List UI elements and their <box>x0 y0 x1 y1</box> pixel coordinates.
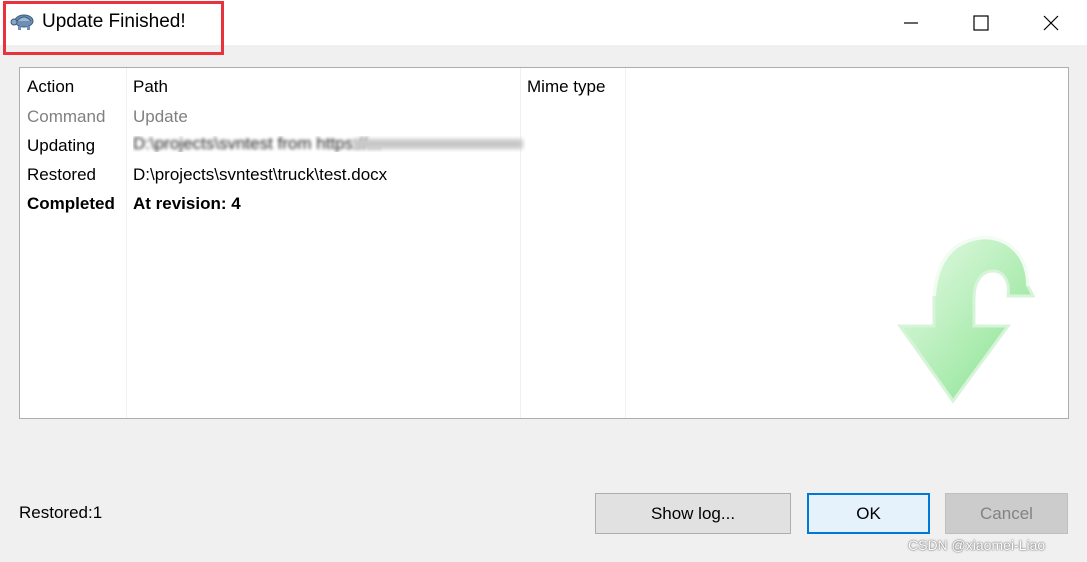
row-restored-action[interactable]: Restored <box>27 165 96 185</box>
watermark: CSDN @xiaomei-Liao <box>908 537 1046 553</box>
column-separator <box>126 68 127 418</box>
row-updating-path-redacted[interactable]: D:\projects\svntest from https://... <box>133 136 526 152</box>
column-separator <box>625 68 626 418</box>
column-header-mime-type[interactable]: Mime type <box>527 77 605 97</box>
cancel-button[interactable]: Cancel <box>945 493 1068 534</box>
row-restored-path[interactable]: D:\projects\svntest\truck\test.docx <box>133 165 387 185</box>
update-log-list[interactable]: Action Path Mime type Command Update Upd… <box>19 67 1069 419</box>
minimize-button[interactable] <box>876 0 946 45</box>
row-updating-path: D:\projects\svntest from https://... <box>133 136 382 152</box>
show-log-button[interactable]: Show log... <box>595 493 791 534</box>
row-command-path[interactable]: Update <box>133 107 188 127</box>
maximize-icon <box>973 14 989 31</box>
maximize-button[interactable] <box>946 0 1016 45</box>
minimize-icon <box>904 21 918 24</box>
row-updating-action[interactable]: Updating <box>27 136 95 156</box>
ok-button[interactable]: OK <box>807 493 930 534</box>
close-icon <box>1043 15 1059 30</box>
row-command-action[interactable]: Command <box>27 107 105 127</box>
status-summary: Restored:1 <box>19 503 103 522</box>
row-completed-path[interactable]: At revision: 4 <box>133 194 241 214</box>
column-separator <box>520 68 521 418</box>
redaction-block <box>353 139 523 149</box>
green-curved-down-arrow-icon <box>897 235 1036 404</box>
title-highlight-box <box>3 1 224 55</box>
column-header-path[interactable]: Path <box>133 77 168 97</box>
close-button[interactable] <box>1016 0 1086 45</box>
column-header-action[interactable]: Action <box>27 77 74 97</box>
row-completed-action[interactable]: Completed <box>27 194 115 214</box>
